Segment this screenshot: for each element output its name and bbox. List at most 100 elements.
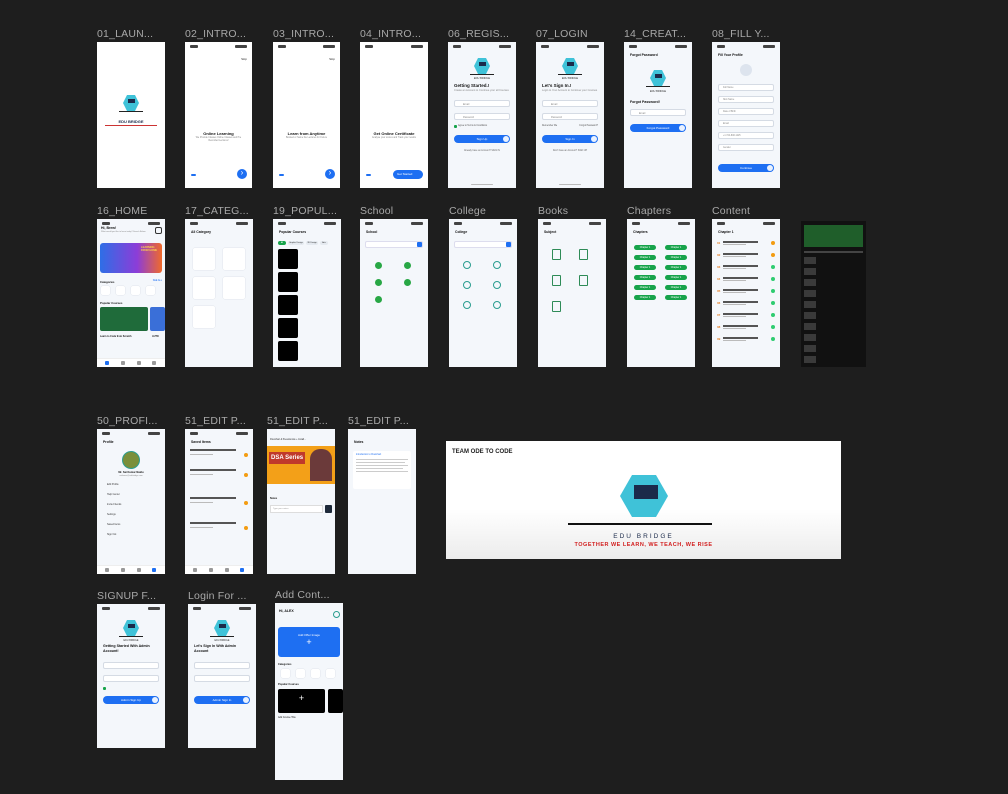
email-field[interactable] (194, 662, 250, 669)
frame-label[interactable]: 17_CATEG... (185, 205, 249, 217)
see-all-link[interactable]: SEE ALL (153, 280, 162, 282)
category-card[interactable] (326, 669, 335, 678)
note-card[interactable]: Introduction to Flowchart (353, 451, 411, 489)
frame-label[interactable]: Books (538, 205, 568, 217)
tab-arts[interactable]: Arts (320, 241, 328, 245)
frame-label[interactable]: Add Cont... (275, 589, 330, 601)
chapter-chip[interactable]: Chapter 1 (665, 295, 687, 300)
nick-name-field[interactable]: Nick Name (718, 96, 774, 103)
frame-popular-courses[interactable]: 19_POPUL... Popular Courses All Graphic … (273, 205, 341, 367)
video-banner[interactable] (804, 225, 863, 247)
branch-icon[interactable] (493, 261, 501, 269)
admin-sign-in-button[interactable]: Admin Sign In (194, 696, 250, 704)
course-thumbnail[interactable] (100, 307, 148, 331)
frame-notes[interactable]: 51_EDIT P... Notes Introduction to Flowc… (348, 415, 416, 574)
chapter-chip[interactable]: Chapter 1 (634, 245, 656, 250)
video-thumb[interactable] (804, 290, 816, 297)
frame-intro-2[interactable]: 03_INTRO... Skip Learn from Anytime Book… (273, 28, 340, 188)
frame-label[interactable]: 19_POPUL... (273, 205, 337, 217)
skip-link[interactable]: Skip (241, 57, 247, 61)
frame-login[interactable]: 07_LOGIN EDU BRIDGE Let's Sign In.! Logi… (536, 28, 604, 188)
email-field[interactable]: Email (542, 100, 598, 107)
next-button[interactable] (325, 168, 335, 179)
chapter-chip[interactable]: Chapter 1 (665, 245, 687, 250)
password-field[interactable]: Password (542, 113, 598, 120)
video-thumb[interactable] (804, 279, 816, 286)
continue-button[interactable]: Continue (718, 164, 774, 172)
frame-label[interactable]: 51_EDIT P... (348, 415, 409, 427)
content-row[interactable]: 09 (717, 337, 775, 344)
saved-row[interactable] (190, 497, 248, 509)
notification-icon[interactable] (155, 227, 162, 234)
frame-profile[interactable]: 50_PROFI... Profile Mr. Sai Kumar Naidu … (97, 415, 165, 574)
frame-school[interactable]: School School (360, 205, 428, 367)
course-thumb[interactable] (278, 249, 298, 269)
video-thumb[interactable] (804, 301, 816, 308)
frame-home[interactable]: 16_HOME Hi, Brew! What would you like to… (97, 205, 165, 367)
frame-forgot-password[interactable]: 14_CREAT... Forgot Password EDU BRIDGE F… (624, 28, 692, 188)
class-item[interactable] (404, 279, 411, 286)
video-thumb[interactable] (804, 334, 816, 341)
frame-fill-profile[interactable]: 08_FILL Y... Fill Your Profile Full Name… (712, 28, 780, 188)
frame-label[interactable]: 01_LAUN... (97, 28, 153, 40)
frame-admin-signup[interactable]: SIGNUP F... EDU BRIDGE Getting Started W… (97, 590, 165, 748)
chapter-chip[interactable]: Chapter 1 (665, 285, 687, 290)
terms-checkbox[interactable]: Agree to Terms & Conditions (454, 125, 487, 127)
chapter-chip[interactable]: Chapter 1 (665, 265, 687, 270)
chapter-chip[interactable]: Chapter 1 (634, 265, 656, 270)
menu-settings[interactable]: Settings (107, 513, 116, 516)
sign-up-button[interactable]: Sign Up (454, 135, 510, 143)
video-thumb[interactable] (804, 356, 816, 363)
avatar[interactable] (122, 451, 140, 469)
frame-label[interactable]: 51_EDIT P... (267, 415, 328, 427)
frame-team-banner[interactable]: TEAM ODE TO CODE EDU BRIDGE TOGETHER WE … (446, 441, 841, 559)
saved-row[interactable] (190, 522, 248, 534)
category-card[interactable] (101, 286, 110, 295)
get-started-button[interactable]: Get Started (393, 170, 423, 179)
video-thumb[interactable] (804, 345, 816, 352)
content-row[interactable]: 04 (717, 277, 775, 284)
frame-label[interactable]: 02_INTRO... (185, 28, 246, 40)
add-course-tile[interactable] (328, 689, 343, 713)
frame-admin-login[interactable]: Login For ... EDU BRIDGE Let's Sign In W… (188, 590, 256, 748)
content-row[interactable]: 06 (717, 301, 775, 308)
video-thumb[interactable] (804, 323, 816, 330)
frame-label[interactable]: 50_PROFI... (97, 415, 158, 427)
frame-label[interactable]: College (449, 205, 486, 217)
content-row[interactable]: 01 (717, 241, 775, 248)
chapter-chip[interactable]: Chapter 1 (665, 275, 687, 280)
chapter-chip[interactable]: Chapter 1 (634, 255, 656, 260)
back-header[interactable]: Forgot Password (630, 53, 658, 57)
frame-saved-items[interactable]: 51_EDIT P... Saved Items (185, 415, 253, 574)
frame-register[interactable]: 06_REGIS... EDU BRIDGE Getting Started.!… (448, 28, 516, 188)
dob-field[interactable]: Date of Birth (718, 108, 774, 115)
promo-banner[interactable]: LEARNING FROM HOME (100, 243, 162, 273)
course-thumb[interactable] (278, 272, 298, 292)
sign-up-link[interactable]: Don't have an Account? SIGN UP (536, 150, 604, 152)
frame-label[interactable]: Content (712, 205, 750, 217)
email-field[interactable]: Email (454, 100, 510, 107)
category-card[interactable] (311, 669, 320, 678)
email-field[interactable]: Email (718, 120, 774, 127)
chapter-chip[interactable]: Chapter 1 (634, 285, 656, 290)
frame-label[interactable]: Chapters (627, 205, 671, 217)
remember-me-checkbox[interactable]: Remember Me (542, 125, 557, 127)
search-input[interactable] (365, 241, 423, 248)
frame-content[interactable]: Content Chapter 1 01 02 03 04 05 06 07 0… (712, 205, 780, 367)
class-item[interactable] (375, 262, 382, 269)
category-tile[interactable] (223, 277, 245, 299)
search-icon[interactable] (417, 242, 422, 247)
frame-label[interactable]: 08_FILL Y... (712, 28, 770, 40)
video-thumb[interactable] (804, 268, 816, 275)
category-tile[interactable] (223, 248, 245, 270)
saved-row[interactable] (190, 469, 248, 481)
frame-label[interactable]: School (360, 205, 393, 217)
frame-label[interactable]: 03_INTRO... (273, 28, 334, 40)
checkbox-icon[interactable] (103, 687, 106, 690)
frame-college[interactable]: College College (449, 205, 517, 367)
category-card[interactable] (296, 669, 305, 678)
notes-input[interactable]: Type your notes (270, 505, 323, 513)
tab-all[interactable]: All (278, 241, 286, 245)
skip-link[interactable]: Skip (329, 57, 335, 61)
figma-canvas[interactable]: 01_LAUN... EDU BRIDGE 02_INTRO... Skip O… (0, 0, 1008, 794)
